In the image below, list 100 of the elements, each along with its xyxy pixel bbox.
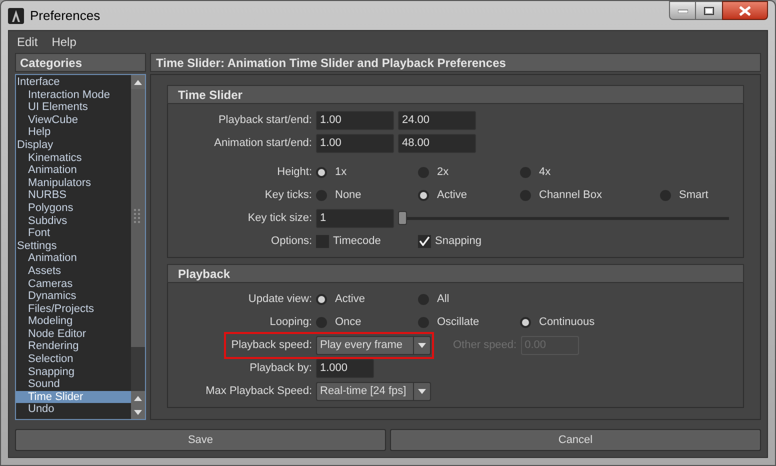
minimize-icon (678, 8, 688, 12)
radio-button[interactable] (316, 166, 327, 178)
radio-button[interactable] (316, 316, 327, 328)
radio-label: Smart (679, 188, 708, 203)
field-label: Max Playback Speed: (204, 384, 313, 399)
close-button[interactable] (722, 1, 768, 20)
list-item[interactable]: Display (16, 138, 131, 152)
input-field[interactable]: 24.00 (398, 110, 476, 130)
maximize-icon (704, 6, 714, 14)
field-label: Options: (270, 234, 313, 249)
caret-icon (418, 388, 426, 394)
radio-label: Active (335, 292, 365, 307)
slider-thumb[interactable] (398, 211, 407, 225)
dropdown-value: Real-time [24 fps] (319, 384, 408, 399)
radio-label: None (335, 188, 362, 203)
scroll-thumb[interactable] (131, 89, 145, 347)
list-item[interactable]: Node Editor (16, 328, 131, 340)
scroll-up-button[interactable] (131, 75, 145, 89)
app-icon (8, 8, 24, 24)
list-item[interactable]: Undo (16, 403, 131, 416)
list-item[interactable]: Modeling (16, 315, 131, 328)
dropdown-value: Play every frame (319, 338, 404, 353)
arrow-up-icon (134, 80, 142, 84)
list-item[interactable]: Font (16, 227, 131, 240)
list-item[interactable]: UI Elements (16, 101, 131, 114)
field-label: Key tick size: (246, 210, 313, 226)
list-item[interactable]: Sound (16, 378, 131, 391)
radio-label: 2x (437, 164, 449, 180)
dropdown[interactable]: Play every frame (316, 336, 431, 354)
list-item[interactable]: Manipulators (16, 176, 131, 190)
close-icon (739, 6, 751, 16)
maximize-button[interactable] (696, 1, 722, 20)
panel-header: Categories (15, 53, 146, 72)
radio-label: Once (335, 314, 362, 330)
field-label: Looping: (268, 314, 313, 330)
input-field[interactable]: 48.00 (398, 134, 476, 152)
section-header[interactable]: Time Slider (167, 85, 744, 104)
radio-label: 4x (539, 164, 551, 180)
input-field[interactable]: 1.00 (316, 110, 394, 130)
checkbox[interactable] (418, 234, 431, 248)
radio-label: Active (437, 188, 467, 203)
arrow-up-icon (134, 396, 142, 400)
radio-button[interactable] (418, 166, 429, 178)
radio-button[interactable] (520, 166, 531, 178)
radio-button[interactable] (418, 294, 429, 304)
radio-label: Continuous (539, 314, 595, 330)
radio-label: Oscillate (437, 314, 480, 330)
list-item[interactable]: Animation (16, 252, 131, 265)
checkbox-label: Snapping (435, 234, 482, 249)
scroll-up-button[interactable] (131, 391, 145, 405)
radio-button[interactable] (660, 190, 671, 200)
slider-track[interactable] (398, 211, 729, 225)
radio-label: All (437, 292, 450, 307)
radio-button[interactable] (418, 316, 429, 328)
list-item[interactable]: Animation (16, 164, 131, 177)
window-title: Preferences (30, 6, 100, 25)
check-icon (419, 236, 430, 246)
list-item[interactable]: Interface (16, 76, 131, 89)
list-item[interactable]: NURBS (16, 189, 131, 202)
input-field[interactable]: 1.000 (316, 358, 374, 378)
list-item[interactable]: Files/Projects (16, 302, 131, 316)
scrollbar[interactable] (131, 75, 145, 419)
panel-header: Time Slider: Animation Time Slider and Playback Preferences (150, 53, 761, 72)
radio-button[interactable] (316, 190, 327, 200)
caret-icon (418, 342, 426, 348)
radio-label: Channel Box (539, 188, 602, 203)
list-item[interactable]: Assets (16, 264, 131, 278)
list-item[interactable]: Cameras (16, 278, 131, 290)
dropdown[interactable]: Real-time [24 fps] (316, 382, 431, 400)
input-field[interactable]: 1 (316, 208, 394, 228)
radio-button[interactable] (316, 294, 327, 304)
dialog-button[interactable]: Save (15, 429, 386, 451)
list-item[interactable]: Polygons (16, 202, 131, 215)
section-header[interactable]: Playback (167, 264, 744, 283)
list-item[interactable]: Settings (16, 240, 131, 252)
radio-button[interactable] (520, 316, 531, 328)
checkbox-label: Timecode (333, 234, 381, 249)
list-item[interactable]: Rendering (16, 340, 131, 354)
field-label: Update view: (247, 292, 313, 307)
list-item[interactable]: Kinematics (16, 152, 131, 164)
list-item[interactable]: Selection (16, 353, 131, 366)
list-item[interactable]: Dynamics (16, 290, 131, 303)
field-label: Playback start/end: (217, 112, 313, 128)
menu-item[interactable]: Edit (17, 33, 38, 51)
radio-button[interactable] (520, 190, 531, 200)
input-field[interactable]: 1.00 (316, 134, 394, 152)
list-item[interactable]: Interaction Mode (16, 88, 131, 102)
list-item[interactable]: Snapping (16, 366, 131, 378)
field-label: Key ticks: (264, 188, 313, 203)
menu-item[interactable]: Help (52, 33, 76, 51)
arrow-down-icon (134, 410, 142, 414)
dialog-button[interactable]: Cancel (390, 429, 761, 451)
list-item[interactable]: ViewCube (16, 114, 131, 126)
list-item[interactable]: Subdivs (16, 214, 131, 228)
scroll-down-button[interactable] (131, 405, 145, 419)
field-label: Playback by: (248, 360, 313, 376)
radio-button[interactable] (418, 190, 429, 200)
minimize-button[interactable] (669, 1, 696, 20)
list-item[interactable]: Help (16, 126, 131, 139)
checkbox[interactable] (316, 234, 329, 248)
